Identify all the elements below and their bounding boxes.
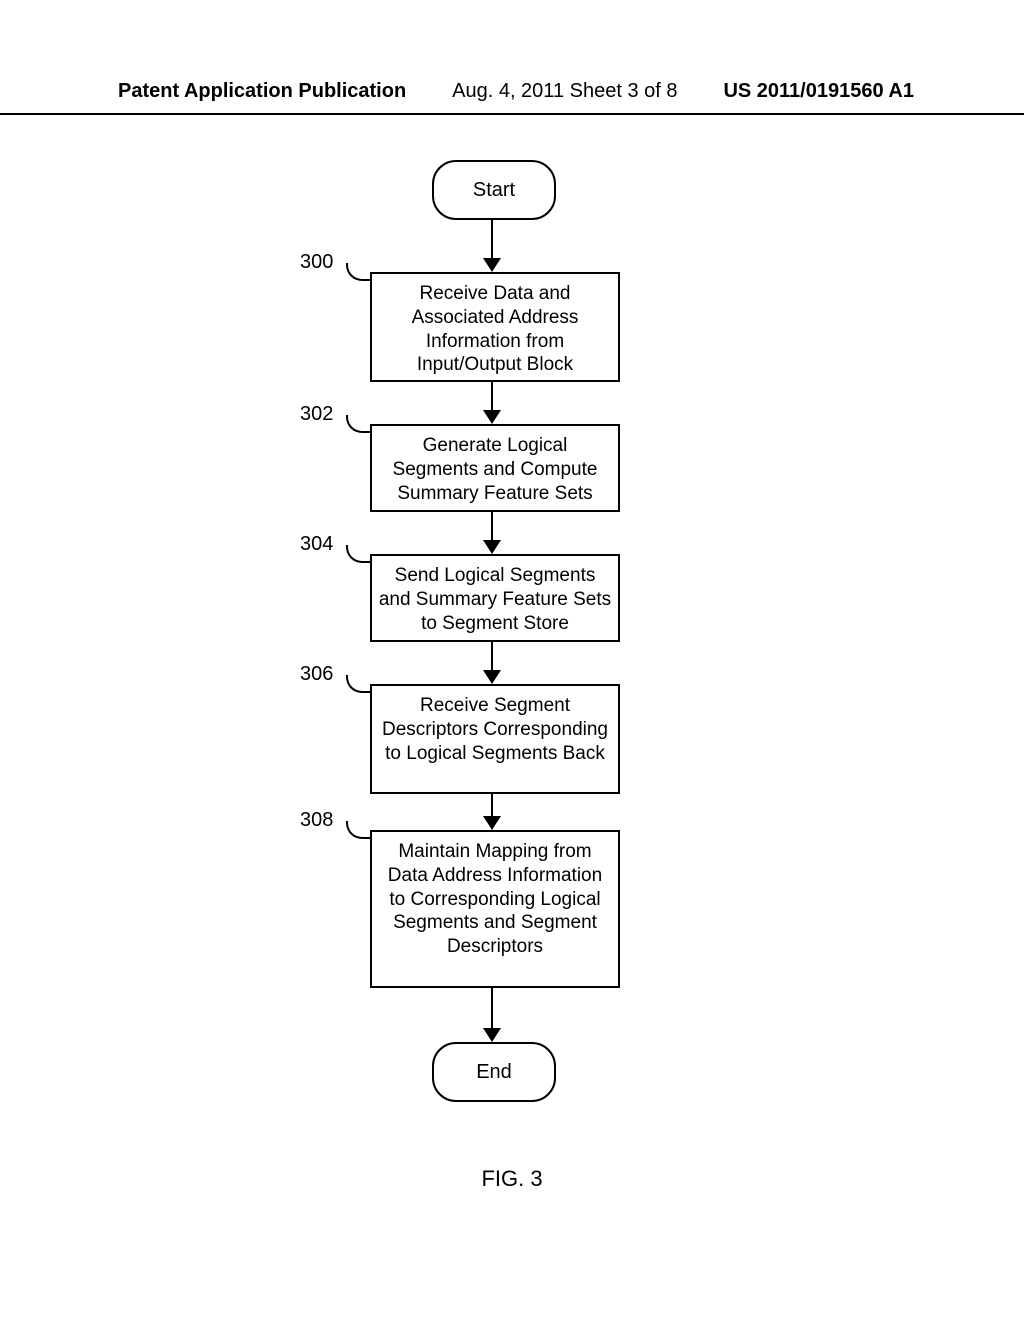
process-300-text: Receive Data and Associated Address Info… xyxy=(412,283,579,375)
process-304: Send Logical Segments and Summary Featur… xyxy=(370,554,620,642)
ref-tick xyxy=(346,821,372,839)
process-300: Receive Data and Associated Address Info… xyxy=(370,272,620,382)
process-306: Receive Segment Descriptors Correspondin… xyxy=(370,684,620,794)
flowchart: Start 300 Receive Data and Associated Ad… xyxy=(0,150,1024,1150)
ref-tick xyxy=(346,675,372,693)
connector xyxy=(491,218,493,262)
ref-tick xyxy=(346,545,372,563)
header-mid: Aug. 4, 2011 Sheet 3 of 8 xyxy=(452,80,677,103)
process-308-text: Maintain Mapping from Data Address Infor… xyxy=(388,841,602,957)
figure-label: FIG. 3 xyxy=(0,1166,1024,1192)
ref-tick xyxy=(346,415,372,433)
arrowhead-icon xyxy=(483,670,501,684)
process-308: Maintain Mapping from Data Address Infor… xyxy=(370,830,620,988)
ref-308: 308 xyxy=(300,809,333,832)
process-306-text: Receive Segment Descriptors Correspondin… xyxy=(382,695,608,764)
terminator-start-label: Start xyxy=(473,179,515,202)
ref-300: 300 xyxy=(300,251,333,274)
arrowhead-icon xyxy=(483,540,501,554)
terminator-start: Start xyxy=(432,160,556,220)
arrowhead-icon xyxy=(483,258,501,272)
arrowhead-icon xyxy=(483,1028,501,1042)
header-left: Patent Application Publication xyxy=(118,80,406,103)
process-302: Generate Logical Segments and Compute Su… xyxy=(370,424,620,512)
ref-302: 302 xyxy=(300,403,333,426)
arrowhead-icon xyxy=(483,816,501,830)
ref-306: 306 xyxy=(300,663,333,686)
process-302-text: Generate Logical Segments and Compute Su… xyxy=(393,435,598,504)
header-right: US 2011/0191560 A1 xyxy=(723,80,914,103)
ref-304: 304 xyxy=(300,533,333,556)
page-header: Patent Application Publication Aug. 4, 2… xyxy=(0,80,1024,115)
terminator-end: End xyxy=(432,1042,556,1102)
connector xyxy=(491,988,493,1032)
arrowhead-icon xyxy=(483,410,501,424)
ref-tick xyxy=(346,263,372,281)
process-304-text: Send Logical Segments and Summary Featur… xyxy=(379,565,611,634)
terminator-end-label: End xyxy=(476,1061,512,1084)
